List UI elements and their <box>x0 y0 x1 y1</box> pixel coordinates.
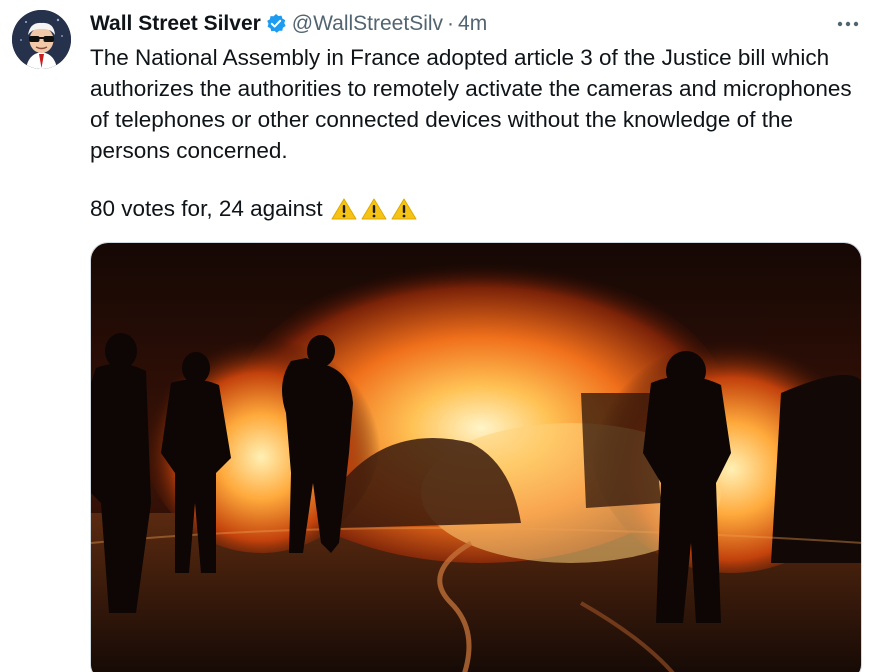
tweet-media-image[interactable] <box>90 242 862 672</box>
votes-line: 80 votes for, 24 against <box>90 193 417 224</box>
warning-icon <box>331 197 357 221</box>
user-handle[interactable]: @WallStreetSilv <box>292 12 443 36</box>
burning-vehicles-photo <box>91 243 861 672</box>
avatar[interactable] <box>12 10 71 69</box>
separator-dot: · <box>447 12 455 35</box>
warning-icon <box>361 197 387 221</box>
tweet-body: The National Assembly in France adopted … <box>90 45 852 163</box>
warning-icon <box>391 197 417 221</box>
verified-badge-icon <box>265 13 287 35</box>
tweet-header: Wall Street Silver @WallStreetSilv · 4m <box>90 10 487 38</box>
display-name[interactable]: Wall Street Silver <box>90 12 261 36</box>
tweet-text: The National Assembly in France adopted … <box>90 42 870 166</box>
timestamp[interactable]: 4m <box>458 12 487 36</box>
votes-text: 80 votes for, 24 against <box>90 196 323 221</box>
more-options-icon[interactable] <box>833 11 863 37</box>
